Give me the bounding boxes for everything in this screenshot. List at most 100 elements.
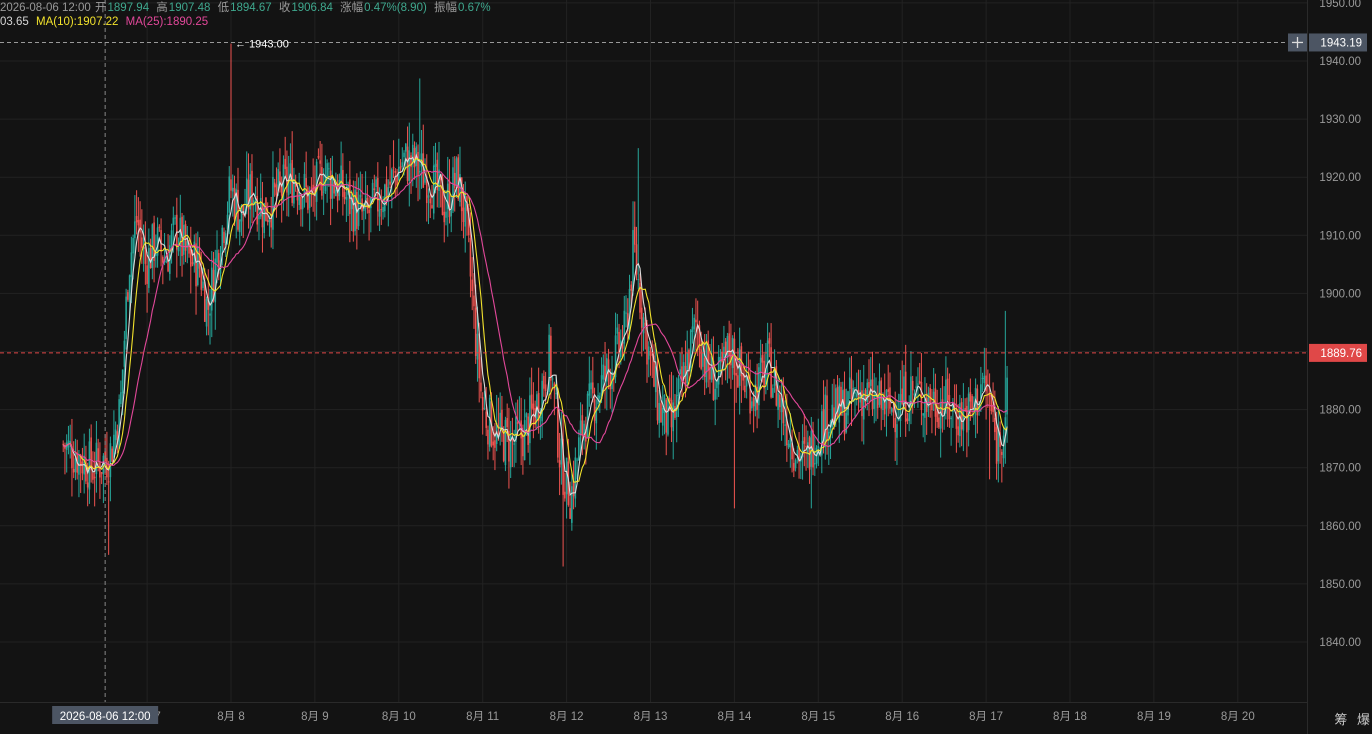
candle-body — [434, 163, 437, 167]
candle-body — [209, 313, 211, 316]
price-tick-label: 1880.00 — [1319, 405, 1361, 417]
candle-body — [114, 429, 117, 440]
candle-body — [794, 460, 797, 469]
candle-body — [504, 419, 507, 466]
candle-body — [134, 221, 136, 239]
candle-body — [174, 217, 176, 219]
candle-body — [889, 387, 891, 409]
candle-body — [109, 443, 112, 478]
candle-body — [716, 381, 718, 389]
candle-body — [633, 226, 636, 245]
candle-body — [492, 441, 494, 446]
candle-body — [581, 415, 584, 435]
chart-canvas[interactable]: ← 1943.00 1950.00 1940.00 1930.00 1920.00 19… — [0, 0, 1372, 734]
candle-body — [93, 476, 96, 479]
candle-body — [572, 481, 575, 497]
price-tick-label: 1900.00 — [1319, 288, 1361, 300]
candle-body — [368, 209, 370, 214]
candle-body — [564, 491, 566, 499]
candle-body — [593, 398, 596, 421]
candle-body — [223, 231, 225, 243]
candle-body — [499, 412, 501, 430]
candle-body — [854, 392, 856, 394]
candle-body — [848, 377, 851, 389]
moving-average-lines — [62, 153, 1008, 497]
time-tick-label: 8月 20 — [1221, 711, 1255, 723]
candle-body — [310, 187, 313, 189]
candle-body — [702, 353, 704, 367]
candle-body — [343, 192, 346, 199]
candle-body — [501, 409, 503, 428]
candle-body — [647, 346, 650, 360]
candle-body — [868, 382, 870, 388]
candle-body — [317, 156, 320, 158]
candle-body — [544, 384, 547, 391]
candle-body — [861, 390, 863, 417]
time-tick-label: 8月 15 — [801, 711, 835, 723]
candle-body — [165, 261, 168, 263]
candle-body — [284, 158, 286, 170]
candle-body — [929, 388, 931, 404]
candle-body — [261, 203, 264, 228]
candle-body — [123, 340, 126, 367]
candle-body — [279, 171, 281, 183]
candle-body — [892, 407, 895, 413]
candle-body — [469, 237, 472, 277]
candle-body — [735, 373, 737, 376]
candle-body — [779, 394, 781, 408]
open-label: 开 — [95, 2, 107, 14]
liquidation-button[interactable]: 爆 — [1357, 712, 1370, 727]
candle-body — [1006, 377, 1008, 415]
candle-body — [803, 437, 806, 444]
candle-body — [135, 215, 138, 223]
price-tick-label: 1930.00 — [1319, 114, 1361, 126]
candle-body — [125, 296, 127, 340]
candle-body — [251, 170, 253, 207]
candle-body — [457, 157, 460, 200]
candle-body — [214, 258, 217, 303]
candle-body — [424, 177, 426, 183]
close-label: 收 — [278, 2, 291, 14]
candlestick-chart[interactable]: ← 1943.00 1950.00 1940.00 1930.00 1920.00 19… — [0, 0, 1372, 734]
candle-body — [92, 472, 94, 480]
price-tick-label: 1940.00 — [1319, 56, 1361, 68]
candle-body — [303, 173, 306, 194]
candle-body — [301, 198, 304, 210]
candle-body — [983, 375, 986, 384]
candle-body — [588, 383, 591, 396]
candle-body — [796, 450, 799, 455]
candle-body — [981, 377, 984, 379]
candle-body — [628, 288, 631, 332]
candle-body — [590, 382, 592, 390]
candle-body — [658, 402, 661, 424]
time-tick-label: 8月 12 — [550, 711, 584, 723]
candle-body — [305, 178, 307, 188]
chips-button[interactable]: 筹 — [1334, 712, 1347, 727]
change-value: 0.47%(8.90) — [364, 2, 427, 14]
candle-body — [723, 346, 725, 358]
candle-body — [541, 380, 543, 422]
candle-body — [908, 413, 910, 422]
candle-body — [969, 391, 972, 402]
ohlc-info-row: 2026-08-06 12:00 开1897.94 高1907.48 低1894… — [0, 0, 495, 15]
candle-body — [957, 426, 959, 436]
candle-body — [485, 411, 487, 428]
candle-body — [555, 393, 557, 395]
candle-body — [300, 196, 302, 210]
candle-body — [691, 326, 694, 333]
candle-body — [824, 394, 827, 448]
time-tick-label: 8月 16 — [885, 711, 919, 723]
candle-body — [817, 446, 820, 448]
candle-body — [516, 422, 519, 424]
ma25-value: MA(25):1890.25 — [125, 16, 209, 28]
candle-body — [238, 219, 241, 233]
candle-body — [380, 209, 383, 211]
candle-body — [378, 209, 381, 217]
candle-body — [86, 482, 89, 488]
candle-body — [392, 166, 395, 168]
candle-body — [693, 317, 695, 330]
candle-body — [761, 355, 764, 363]
candle-body — [677, 378, 680, 396]
low-value: 1894.67 — [230, 2, 272, 14]
candle-body — [637, 279, 640, 281]
